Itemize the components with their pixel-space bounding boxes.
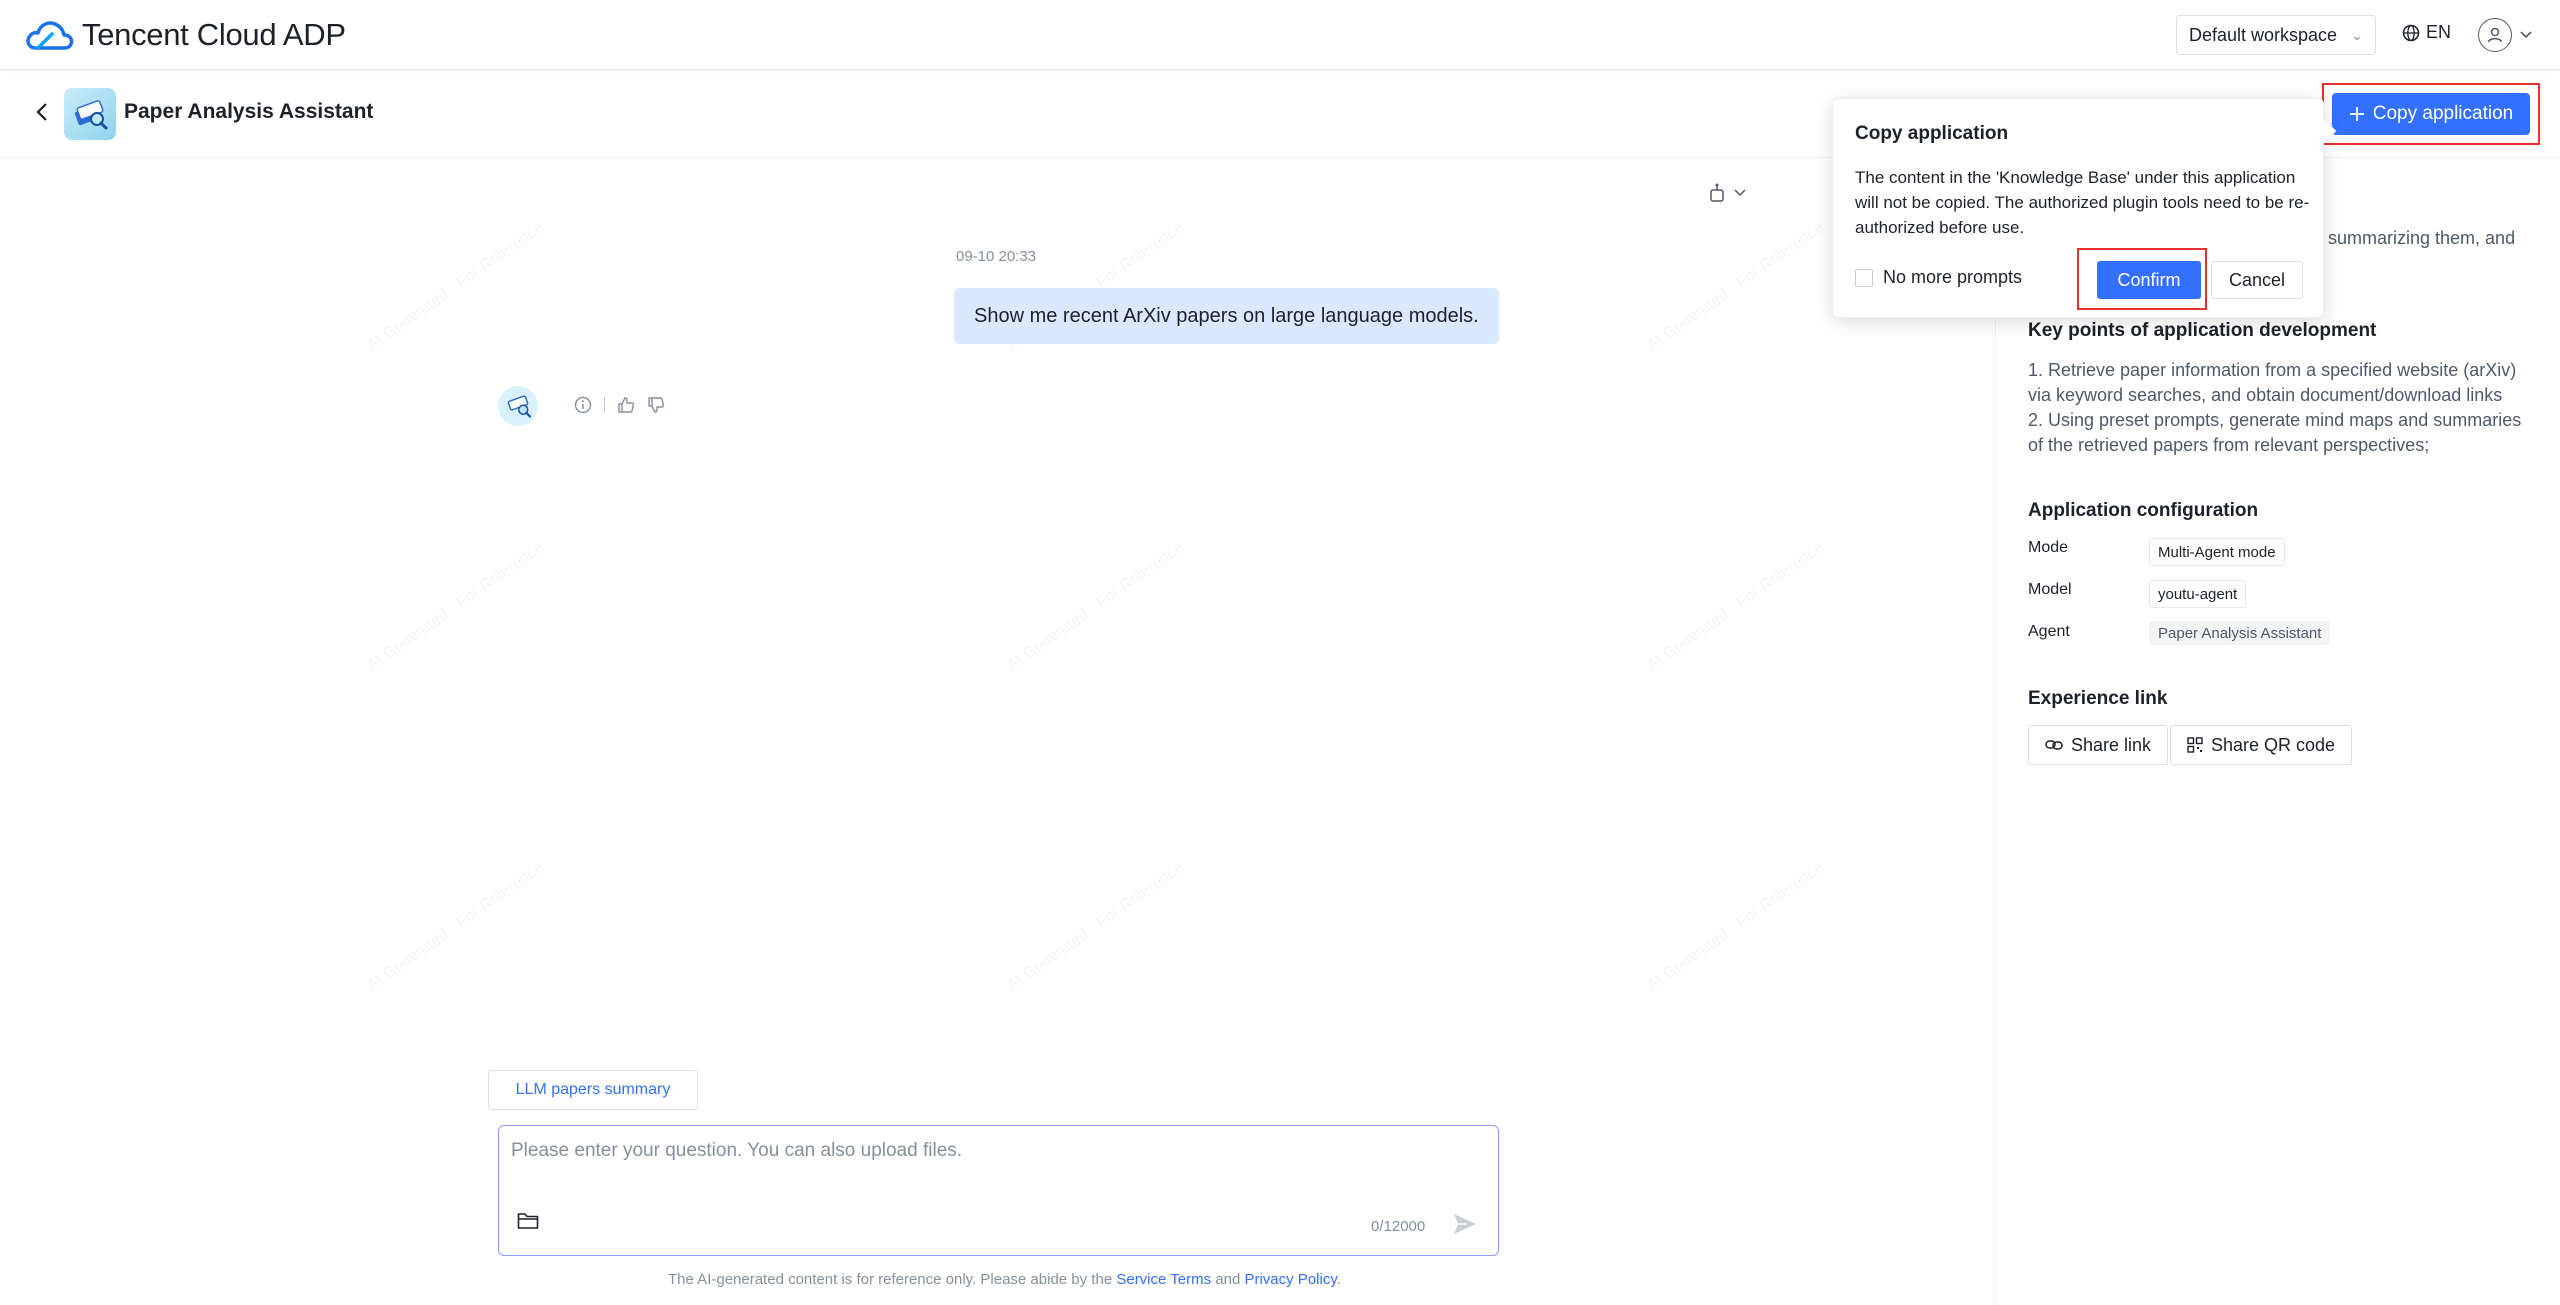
- app-info-panel: summarizing them, and Key points of appl…: [1995, 158, 2560, 1305]
- user-menu[interactable]: [2478, 18, 2532, 52]
- character-counter: 0/12000: [1371, 1218, 1426, 1235]
- privacy-policy-link[interactable]: Privacy Policy: [1244, 1271, 1336, 1288]
- checkbox-box[interactable]: [1855, 268, 1873, 287]
- folder-upload-icon[interactable]: [517, 1212, 539, 1230]
- cloud-logo-icon: [26, 21, 74, 50]
- disclaimer-and: and: [1211, 1271, 1245, 1288]
- share-link-label: Share link: [2071, 734, 2152, 755]
- message-actions: [574, 396, 665, 414]
- key-points-title: Key points of application development: [2028, 320, 2377, 341]
- user-message-bubble: Show me recent ArXiv papers on large lan…: [954, 288, 1499, 344]
- experience-title: Experience link: [2028, 688, 2168, 709]
- popover-title: Copy application: [1855, 123, 2009, 144]
- no-more-prompts-checkbox[interactable]: No more prompts: [1855, 267, 2022, 288]
- app-title: Paper Analysis Assistant: [124, 100, 374, 123]
- watermark: AI Generated · For Reference: [363, 218, 548, 355]
- assistant-avatar: [498, 386, 538, 426]
- config-title: Application configuration: [2028, 500, 2259, 521]
- disclaimer: The AI-generated content is for referenc…: [668, 1271, 1341, 1288]
- share-link-button[interactable]: Share link: [2028, 725, 2169, 765]
- confirm-button[interactable]: Confirm: [2097, 261, 2201, 299]
- info-icon[interactable]: [574, 396, 592, 414]
- language-switch[interactable]: EN: [2402, 22, 2451, 43]
- watermark: AI Generated · For Reference: [1643, 538, 1828, 675]
- copy-application-label: Copy application: [2372, 103, 2514, 124]
- back-arrow-icon[interactable]: [30, 100, 54, 124]
- app-avatar: [64, 88, 116, 140]
- disclaimer-prefix: The AI-generated content is for referenc…: [668, 1271, 1117, 1288]
- key-point-1: 1. Retrieve paper information from a spe…: [2028, 360, 2517, 405]
- language-label: EN: [2426, 22, 2452, 42]
- copy-application-popover: Copy application The content in the 'Kno…: [1832, 98, 2337, 318]
- chevron-down-icon: [2520, 31, 2532, 39]
- chevron-down-icon: [1734, 189, 1746, 197]
- watermark: AI Generated · For Reference: [1643, 858, 1828, 995]
- question-input[interactable]: [511, 1140, 1471, 1180]
- disclaimer-suffix: .: [1336, 1271, 1341, 1288]
- agent-tag: Paper Analysis Assistant: [2149, 621, 2331, 645]
- watermark: AI Generated · For Reference: [363, 538, 548, 675]
- qr-code-icon: [2187, 737, 2203, 753]
- top-navbar: Tencent Cloud ADP Default workspace ⌄ EN: [0, 0, 2560, 70]
- key-point-2: 2. Using preset prompts, generate mind m…: [2028, 410, 2522, 455]
- mode-tag: Multi-Agent mode: [2149, 538, 2285, 566]
- agent-switch-dropdown[interactable]: [1708, 183, 1746, 203]
- book-magnifier-icon: [507, 395, 532, 418]
- robot-hand-icon: [1710, 183, 1724, 202]
- watermark: AI Generated · For Reference: [363, 858, 548, 995]
- workspace-value: Default workspace: [2189, 24, 2338, 45]
- model-tag: youtu-agent: [2149, 580, 2247, 608]
- copy-application-button[interactable]: Copy application: [2332, 93, 2530, 135]
- checkbox-label: No more prompts: [1883, 267, 2023, 287]
- logo-text: Tencent Cloud ADP: [82, 17, 346, 52]
- thumbs-up-icon[interactable]: [617, 396, 635, 414]
- popover-body: The content in the 'Knowledge Base' unde…: [1855, 168, 2310, 237]
- cancel-button[interactable]: Cancel: [2211, 261, 2303, 299]
- share-qr-label: Share QR code: [2211, 734, 2336, 755]
- plus-icon: [2349, 107, 2364, 121]
- mode-label: Mode: [2028, 539, 2069, 556]
- link-icon: [2045, 740, 2063, 750]
- agent-label: Agent: [2028, 623, 2070, 640]
- suggestion-chip[interactable]: LLM papers summary: [488, 1070, 698, 1110]
- divider: [604, 397, 605, 413]
- watermark: AI Generated · For Reference: [1003, 538, 1188, 675]
- service-terms-link[interactable]: Service Terms: [1116, 1271, 1211, 1288]
- chat-input-box: 0/12000: [498, 1125, 1499, 1256]
- user-avatar-icon: [2478, 18, 2512, 52]
- book-magnifier-icon: [74, 100, 108, 130]
- chat-area: AI Generated · For Reference AI Generate…: [0, 158, 1995, 1305]
- chevron-down-icon: ⌄: [2351, 26, 2363, 43]
- watermark: AI Generated · For Reference: [1643, 218, 1828, 355]
- message-timestamp: 09-10 20:33: [956, 248, 1037, 265]
- watermark: AI Generated · For Reference: [1003, 858, 1188, 995]
- model-label: Model: [2028, 581, 2072, 598]
- app-intro-text: summarizing them, and: [2328, 228, 2516, 248]
- share-qr-button[interactable]: Share QR code: [2170, 725, 2353, 765]
- workspace-select[interactable]: Default workspace ⌄: [2176, 15, 2376, 55]
- thumbs-down-icon[interactable]: [647, 396, 665, 414]
- globe-icon: [2402, 24, 2420, 41]
- logo[interactable]: Tencent Cloud ADP: [24, 16, 346, 54]
- send-icon[interactable]: [1451, 1210, 1479, 1238]
